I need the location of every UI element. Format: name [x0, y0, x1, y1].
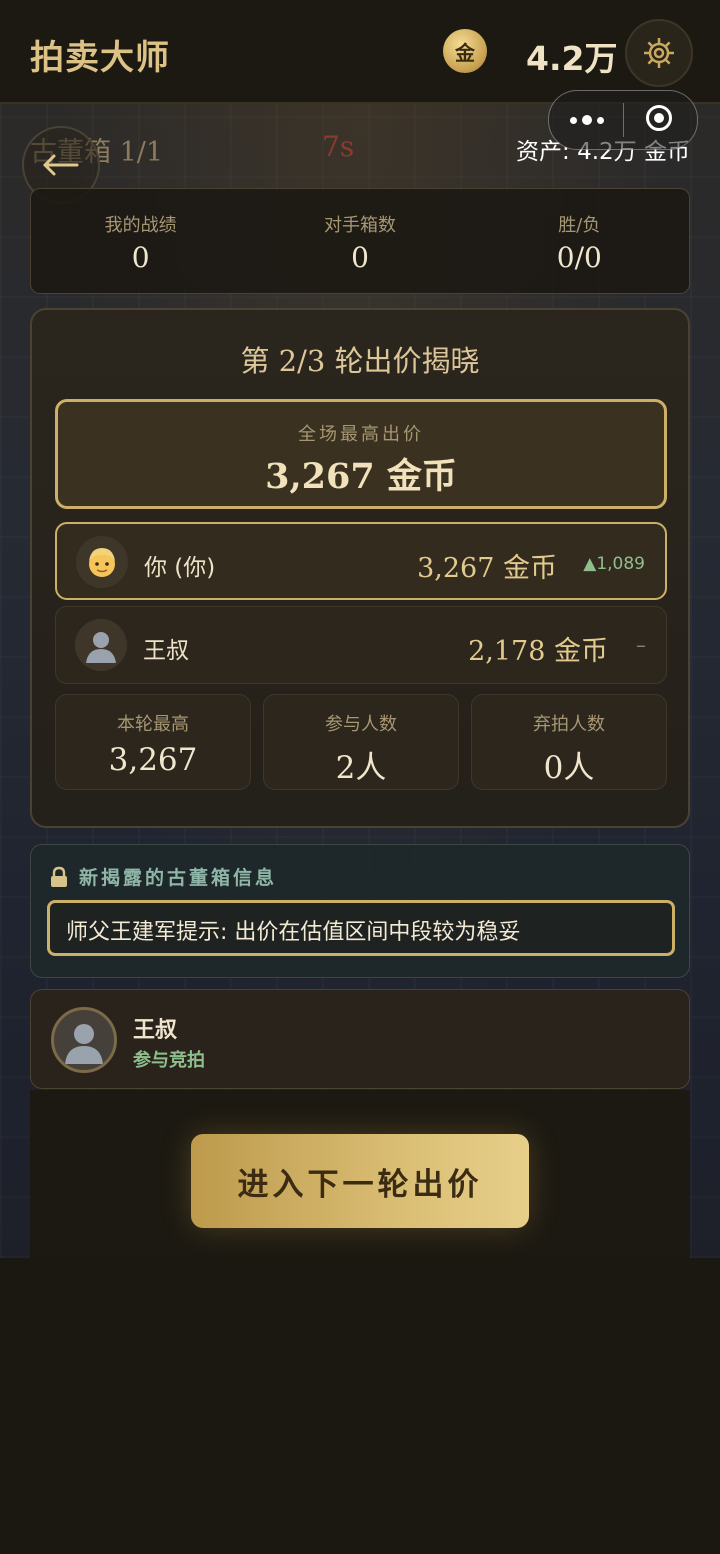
- bidder-amount: 3,267 金币: [417, 553, 557, 584]
- metric-value: 0人: [543, 750, 595, 786]
- person-silhouette-icon: [75, 619, 127, 671]
- stat-label: 对手箱数: [323, 215, 396, 236]
- stat-opponent-boxes: 对手箱数 0: [250, 189, 469, 293]
- more-button[interactable]: [567, 108, 607, 132]
- box-info-panel: 新揭露的古董箱信息 师父王建军提示: 出价在估值区间中段较为稳妥: [30, 844, 690, 978]
- metric-participants: 参与人数 2人: [263, 694, 459, 790]
- stat-value: 0: [131, 241, 150, 274]
- miniprogram-capsule: [548, 90, 698, 150]
- opponent-status: 参与竞拍: [133, 1050, 205, 1071]
- bottom-area: [0, 1258, 720, 1554]
- reveal-title: 第 2/3 轮出价揭晓: [240, 344, 480, 378]
- stat-win-loss: 胜/负 0/0: [470, 189, 689, 293]
- stat-value: 0: [351, 241, 369, 274]
- target-circle-icon[interactable]: [646, 105, 672, 131]
- lock-icon: [51, 866, 67, 887]
- bidder-name: 你 (你): [144, 555, 216, 581]
- next-round-button[interactable]: 进入下一轮出价: [191, 1134, 529, 1228]
- arrow-left-icon: [43, 154, 79, 176]
- stat-record: 我的战绩 0: [31, 189, 250, 293]
- highest-bid-label: 全场最高出价: [298, 424, 424, 445]
- person-silhouette-icon: [65, 1024, 103, 1064]
- metric-label: 本轮最高: [117, 714, 189, 735]
- stats-panel: 我的战绩 0 对手箱数 0 胜/负 0/0: [30, 188, 690, 294]
- bidder-amount: 2,178 金币: [468, 636, 608, 667]
- settings-button[interactable]: [625, 19, 693, 87]
- round-metrics: 本轮最高 3,267 参与人数 2人 弃拍人数 0人: [55, 694, 667, 790]
- gear-icon: [644, 38, 674, 68]
- info-header: 新揭露的古董箱信息: [49, 863, 277, 890]
- bid-increase: ▲1,089: [583, 554, 645, 574]
- opponent-card: 王叔 参与竞拍: [30, 989, 690, 1089]
- stat-label: 胜/负: [558, 215, 601, 236]
- metric-label: 参与人数: [325, 714, 397, 735]
- more-dots-icon: [570, 116, 577, 124]
- coin-balance: 4.2万: [526, 39, 618, 78]
- countdown-timer: 7s: [322, 130, 355, 163]
- highest-bid-box: 全场最高出价 3,267 金币: [55, 399, 667, 509]
- bidder-name: 王叔: [143, 638, 189, 664]
- bidder-row-you: 你 (你) 3,267 金币 ▲1,089: [55, 522, 667, 600]
- metric-round-highest: 本轮最高 3,267: [55, 694, 251, 790]
- opponent-name: 王叔: [133, 1018, 178, 1043]
- metric-value: 2人: [335, 750, 387, 786]
- bid-change-none: –: [636, 633, 646, 657]
- top-header: 拍卖大师 金 4.2万: [0, 0, 720, 104]
- master-hint: 师父王建军提示: 出价在估值区间中段较为稳妥: [47, 900, 675, 956]
- opponent-avatar: [51, 1007, 117, 1073]
- info-title: 新揭露的古董箱信息: [79, 867, 278, 889]
- stat-value: 0/0: [556, 241, 602, 274]
- stat-label: 我的战绩: [104, 215, 177, 236]
- user-emoji-avatar: [76, 536, 128, 588]
- app-title: 拍卖大师: [30, 38, 170, 78]
- highest-bid-value: 3,267 金币: [265, 456, 457, 497]
- metric-label: 弃拍人数: [533, 714, 605, 735]
- bid-reveal-panel: 第 2/3 轮出价揭晓 全场最高出价 3,267 金币 你 (你) 3,267 …: [30, 308, 690, 828]
- gold-coin-icon: 金: [443, 29, 487, 73]
- metric-withdrawn: 弃拍人数 0人: [471, 694, 667, 790]
- metric-value: 3,267: [108, 742, 198, 778]
- capsule-divider: [623, 103, 624, 137]
- bidder-row-opponent: 王叔 2,178 金币 –: [55, 606, 667, 684]
